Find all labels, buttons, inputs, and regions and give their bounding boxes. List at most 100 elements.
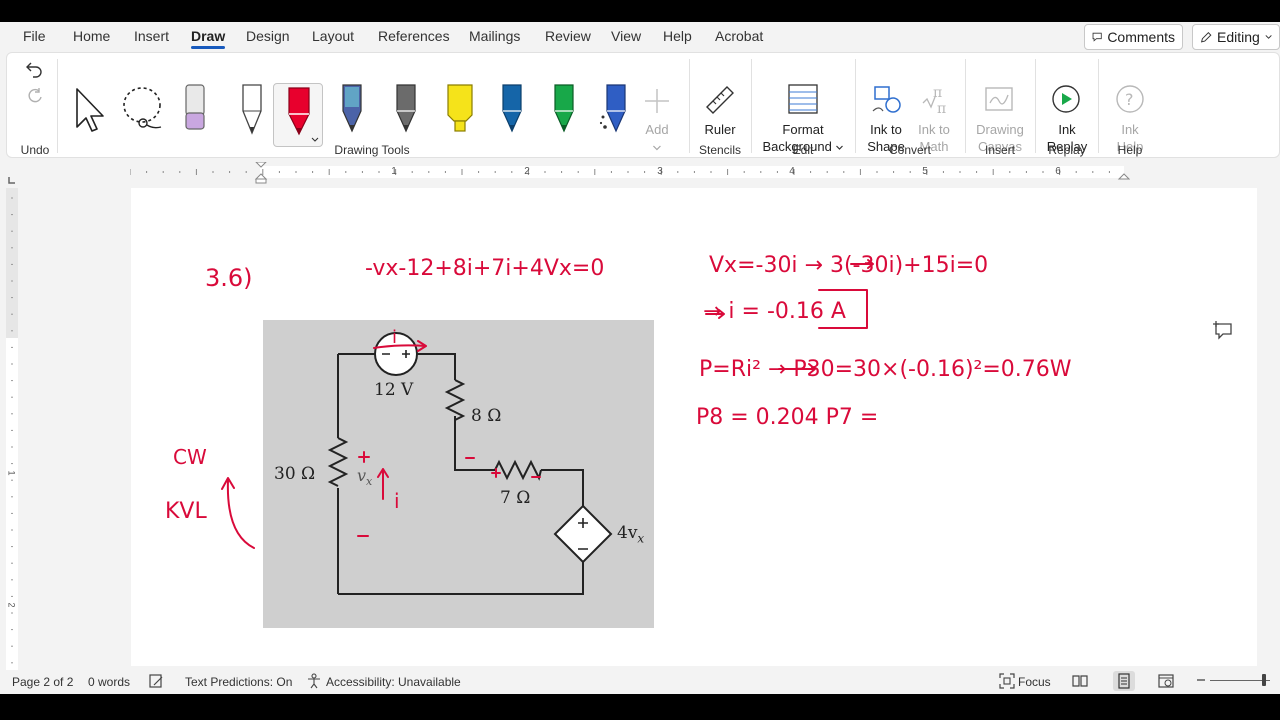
problem-label: 3.6) xyxy=(205,264,253,292)
print-layout-icon[interactable] xyxy=(1113,671,1135,691)
editing-mode-button[interactable]: Editing xyxy=(1192,24,1280,50)
cw-label: CW xyxy=(173,445,207,469)
ink-help-line1: Ink xyxy=(1121,122,1139,137)
undo-group-label: Undo xyxy=(20,143,50,157)
tab-draw[interactable]: Draw xyxy=(191,28,226,49)
power-line-two: P8 = 0.204 P7 = xyxy=(696,405,878,430)
edit-group-label: Edit xyxy=(792,143,814,157)
tab-help[interactable]: Help xyxy=(663,28,692,44)
drawing-canvas-line1: Drawing xyxy=(976,122,1024,137)
chevron-down-icon xyxy=(653,145,661,151)
red-pen-icon xyxy=(288,87,319,142)
screen-top-bar xyxy=(0,0,1280,22)
ink-to-shape-icon[interactable] xyxy=(871,83,903,118)
ruler-number: 4 xyxy=(789,166,795,177)
chevron-down-icon xyxy=(836,145,843,150)
web-layout-icon[interactable] xyxy=(1158,673,1174,692)
blue-pen-icon[interactable] xyxy=(499,83,525,138)
add-pen-button[interactable]: Add xyxy=(645,121,669,155)
replay-group-label: Replay xyxy=(1048,143,1086,157)
kvl-label: KVL xyxy=(165,499,207,524)
tab-file[interactable]: File xyxy=(23,28,46,44)
undo-icon[interactable] xyxy=(25,61,45,82)
power-equation: P=Ri² → P30=30×(-0.16)²=0.76W xyxy=(699,357,1072,382)
svg-text:?: ? xyxy=(1125,90,1134,109)
add-pen-icon[interactable] xyxy=(643,87,671,118)
ruler-number: 1 xyxy=(391,166,397,177)
current-result: → i = -0.16 A xyxy=(703,299,846,324)
ink-replay-line1: Ink xyxy=(1058,122,1076,137)
format-background-icon[interactable] xyxy=(787,83,819,118)
eraser-icon[interactable] xyxy=(183,83,207,136)
redo-icon[interactable] xyxy=(25,87,45,108)
ink-layer: 3.6) -vx-12+8i+7i+4Vx=0 Vx=-30i → 3(-30i… xyxy=(165,253,1072,549)
word-window: File Home Insert Draw Design Layout Refe… xyxy=(0,22,1280,694)
select-pointer-icon[interactable] xyxy=(73,87,107,136)
ruler-icon[interactable] xyxy=(703,83,737,120)
tab-review[interactable]: Review xyxy=(545,28,591,44)
accessibility-icon xyxy=(306,673,322,692)
pencil-icon xyxy=(1200,31,1212,43)
horizontal-ruler[interactable]: 1 2 3 4 5 6 xyxy=(130,162,1130,184)
editing-label: Editing xyxy=(1216,29,1260,45)
ruler-number: 3 xyxy=(657,166,663,177)
drawing-tools-group-label: Drawing Tools xyxy=(334,143,410,157)
screen-bottom-bar xyxy=(0,694,1280,720)
galaxy-pen-icon[interactable] xyxy=(339,83,365,138)
menu-bar: File Home Insert Draw Design Layout Refe… xyxy=(0,22,1280,52)
yellow-highlighter-icon[interactable] xyxy=(445,83,475,138)
stencils-group-label: Stencils xyxy=(698,143,742,157)
focus-button[interactable]: Focus xyxy=(1018,675,1051,689)
status-bar: Page 2 of 2 0 words Text Predictions: On… xyxy=(0,670,1280,694)
page-count[interactable]: Page 2 of 2 xyxy=(12,675,73,689)
zoom-slider[interactable] xyxy=(1210,680,1270,681)
ribbon-draw: Undo Add Drawing Tools Ruler Stencils Fo… xyxy=(6,52,1280,158)
ruler-number: 2 xyxy=(524,166,530,177)
lasso-select-icon[interactable] xyxy=(121,85,167,136)
vertical-ruler[interactable]: 1 2 xyxy=(0,188,24,688)
tab-acrobat[interactable]: Acrobat xyxy=(715,28,763,44)
read-mode-icon[interactable] xyxy=(1072,673,1088,692)
green-pen-icon[interactable] xyxy=(551,83,577,138)
vx-equation: Vx=-30i → 3(-30i)+15i=0 xyxy=(709,253,988,278)
document-page[interactable]: 12 V 8 Ω 30 Ω 7 Ω 4vx vx 3.6) -vx-12+8i+… xyxy=(131,188,1257,666)
red-pen-tool-selected[interactable] xyxy=(273,83,323,147)
word-count[interactable]: 0 words xyxy=(88,675,130,689)
new-comment-icon[interactable] xyxy=(1212,320,1234,343)
format-bg-line1: Format xyxy=(782,122,824,137)
pencil-white-icon[interactable] xyxy=(239,83,265,138)
ruler-number: 6 xyxy=(1055,166,1061,177)
current-i-label: i xyxy=(394,489,400,513)
zoom-out-icon[interactable] xyxy=(1196,674,1206,689)
tab-view[interactable]: View xyxy=(611,28,641,44)
help-group-label: Help xyxy=(1117,143,1143,157)
text-predictions-status[interactable]: Text Predictions: On xyxy=(185,675,292,689)
vruler-number: 1 xyxy=(6,470,17,476)
ink-to-math-line1: Ink to xyxy=(918,122,950,137)
current-i-top-label: i xyxy=(392,327,397,348)
ink-to-shape-line1: Ink to xyxy=(870,122,902,137)
drawing-canvas-icon[interactable] xyxy=(983,83,1015,118)
comments-button[interactable]: Comments xyxy=(1084,24,1183,50)
comment-icon xyxy=(1092,32,1102,42)
svg-text:π: π xyxy=(937,101,946,115)
tab-layout[interactable]: Layout xyxy=(312,28,354,44)
ruler-corner xyxy=(8,172,16,187)
insert-group-label: Insert xyxy=(984,143,1016,157)
ink-replay-icon[interactable] xyxy=(1050,83,1082,118)
sparkle-pen-icon[interactable] xyxy=(599,83,629,138)
tab-references[interactable]: References xyxy=(378,28,450,44)
tab-insert[interactable]: Insert xyxy=(134,28,169,44)
ink-help-icon[interactable]: ? xyxy=(1114,83,1146,118)
gray-pencil-icon[interactable] xyxy=(393,83,419,138)
focus-icon xyxy=(999,673,1015,692)
ruler-button[interactable]: Ruler xyxy=(704,121,735,138)
proofing-icon[interactable] xyxy=(148,673,164,692)
zoom-slider-thumb[interactable] xyxy=(1262,674,1266,686)
tab-home[interactable]: Home xyxy=(73,28,110,44)
tab-mailings[interactable]: Mailings xyxy=(469,28,520,44)
accessibility-status[interactable]: Accessibility: Unavailable xyxy=(326,675,461,689)
chevron-down-icon xyxy=(1265,35,1272,39)
ink-to-math-icon[interactable]: ππ xyxy=(919,83,951,118)
tab-design[interactable]: Design xyxy=(246,28,290,44)
